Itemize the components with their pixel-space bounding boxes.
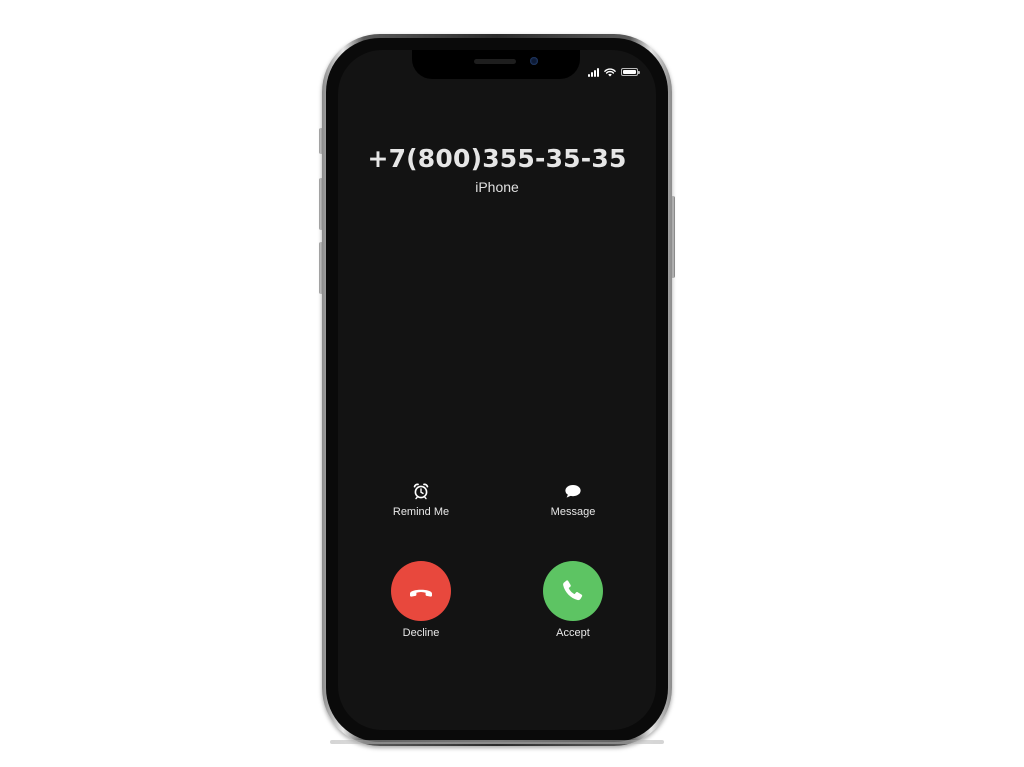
caller-label: iPhone	[475, 179, 519, 195]
accept-control: Accept	[528, 561, 618, 639]
message-label: Message	[550, 506, 596, 518]
notch	[412, 50, 580, 79]
decline-label: Decline	[402, 627, 440, 639]
accept-label: Accept	[556, 627, 590, 639]
message-button[interactable]: Message	[528, 482, 618, 518]
decline-control: Decline	[376, 561, 466, 639]
phone-screen: +7(800)355-35-35 iPhone Remind Me Messag…	[338, 50, 656, 730]
front-camera	[530, 57, 538, 65]
caller-number: +7(800)355-35-35	[367, 144, 627, 173]
status-bar	[588, 66, 640, 78]
phone-base-reflection	[330, 740, 664, 744]
earpiece-speaker	[474, 59, 516, 64]
accept-button[interactable]	[543, 561, 603, 621]
stage: +7(800)355-35-35 iPhone Remind Me Messag…	[0, 0, 1024, 767]
remind-me-label: Remind Me	[392, 506, 450, 518]
phone-icon	[563, 580, 583, 601]
cellular-signal-icon	[588, 67, 599, 77]
wifi-icon	[604, 67, 616, 76]
speech-bubble-icon	[565, 485, 581, 498]
remind-me-button[interactable]: Remind Me	[376, 482, 466, 518]
decline-button[interactable]	[391, 561, 451, 621]
battery-icon	[621, 68, 640, 76]
phone-hangup-icon	[410, 589, 432, 597]
alarm-clock-icon	[413, 483, 429, 500]
